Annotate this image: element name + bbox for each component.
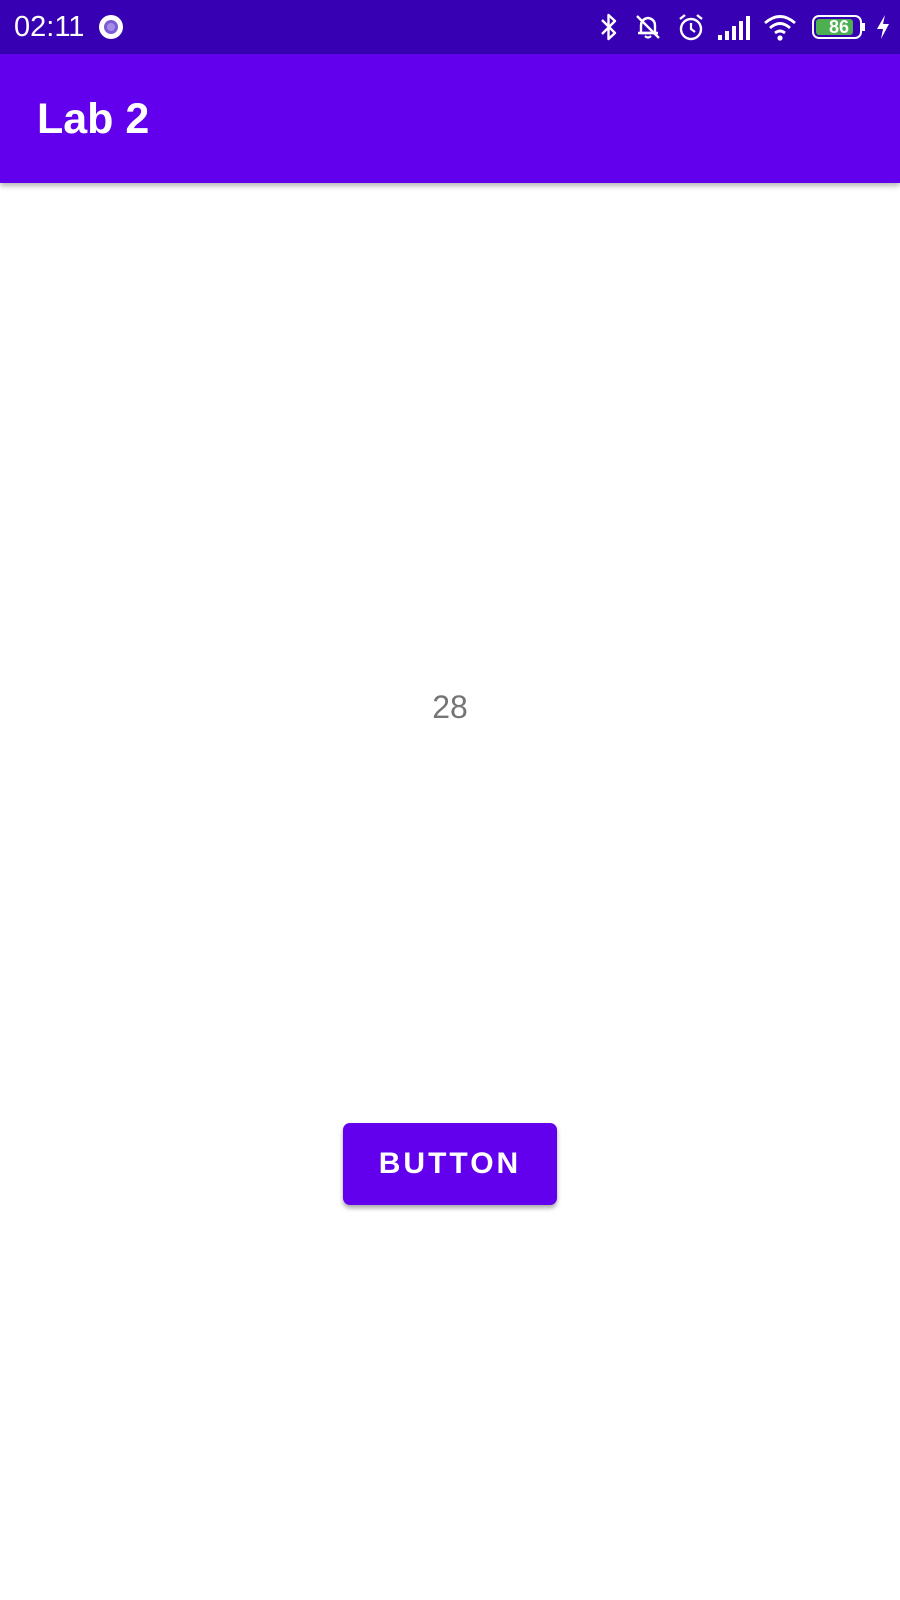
silent-mode-icon (636, 15, 660, 39)
counter-text: 28 (432, 689, 468, 725)
bluetooth-icon (601, 13, 617, 41)
app-title: Lab 2 (37, 95, 150, 143)
battery-level: 86 (828, 17, 850, 37)
status-time: 02:11 (14, 11, 85, 43)
cell-signal-icon (718, 16, 750, 40)
alarm-icon (679, 14, 703, 41)
main-button[interactable]: BUTTON (343, 1123, 557, 1205)
wifi-icon (764, 15, 796, 41)
screen: 02:11 86 Lab 2 28 BUTTON (0, 0, 900, 1600)
charging-icon (877, 15, 889, 39)
app-notification-icon (99, 15, 123, 39)
app-bar: Lab 2 (0, 54, 900, 183)
status-bar: 02:11 86 (0, 0, 900, 54)
